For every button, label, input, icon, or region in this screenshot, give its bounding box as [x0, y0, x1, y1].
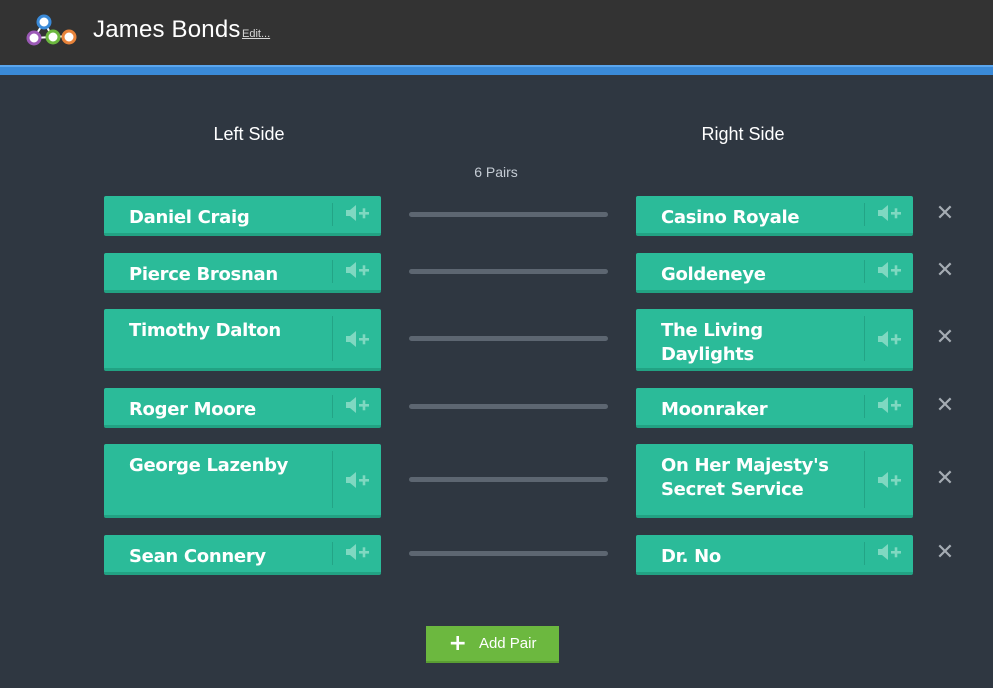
add-audio-icon[interactable] [868, 538, 912, 566]
pair-connector-line [409, 212, 608, 217]
add-audio-icon[interactable] [336, 391, 380, 419]
pair-connector-line [409, 477, 608, 482]
card-divider [864, 260, 865, 283]
card-divider [332, 395, 333, 418]
card-divider [332, 203, 333, 226]
add-audio-icon[interactable] [336, 256, 380, 284]
remove-pair-close-icon[interactable]: ✕ [934, 540, 956, 565]
add-audio-icon[interactable] [868, 325, 912, 353]
card-divider [864, 203, 865, 226]
pair-connector-line [409, 551, 608, 556]
add-audio-icon[interactable] [336, 199, 380, 227]
right-side-heading: Right Side [701, 124, 785, 144]
pair-connector-line [409, 269, 608, 274]
page-title: James Bonds [93, 16, 241, 43]
left-card-text: Timothy Dalton [129, 320, 281, 341]
add-audio-icon[interactable] [868, 391, 912, 419]
connected-circles-logo-icon [26, 14, 77, 46]
right-card-text: Moonraker [661, 399, 768, 420]
left-side-heading: Left Side [213, 124, 285, 144]
plus-icon: + [448, 630, 467, 656]
right-card[interactable]: Goldeneye [636, 253, 913, 293]
left-card-text: Daniel Craig [129, 207, 250, 228]
add-audio-icon[interactable] [868, 256, 912, 284]
card-divider [332, 316, 333, 361]
add-audio-icon[interactable] [868, 199, 912, 227]
right-card[interactable]: Dr. No [636, 535, 913, 575]
pair-row: George Lazenby On Her Majesty's Secret Se… [0, 444, 993, 518]
app-header: James Bonds Edit... [0, 0, 993, 65]
left-card[interactable]: Sean Connery [104, 535, 381, 575]
add-audio-icon[interactable] [336, 466, 380, 494]
left-card-text: Sean Connery [129, 546, 266, 567]
pair-row: Daniel Craig Casino Royale ✕ [0, 196, 993, 236]
edit-link[interactable]: Edit... [242, 28, 270, 40]
card-divider [332, 542, 333, 565]
right-card[interactable]: The Living Daylights [636, 309, 913, 371]
left-card[interactable]: Daniel Craig [104, 196, 381, 236]
accent-bar [0, 65, 993, 75]
card-divider [864, 395, 865, 418]
left-card-text: Roger Moore [129, 399, 256, 420]
left-card-text: Pierce Brosnan [129, 264, 278, 285]
right-card-text: Casino Royale [661, 207, 800, 228]
card-divider [332, 260, 333, 283]
pair-row: Pierce Brosnan Goldeneye ✕ [0, 253, 993, 293]
card-divider [864, 542, 865, 565]
pair-row: Roger Moore Moonraker ✕ [0, 388, 993, 428]
pair-connector-line [409, 336, 608, 341]
left-card[interactable]: Pierce Brosnan [104, 253, 381, 293]
card-divider [332, 451, 333, 508]
left-card-text: George Lazenby [129, 455, 289, 476]
right-card-text: Goldeneye [661, 264, 766, 285]
remove-pair-close-icon[interactable]: ✕ [934, 393, 956, 418]
left-card[interactable]: Roger Moore [104, 388, 381, 428]
add-audio-icon[interactable] [336, 325, 380, 353]
remove-pair-close-icon[interactable]: ✕ [934, 258, 956, 283]
add-pair-label: Add Pair [478, 635, 537, 652]
add-audio-icon[interactable] [336, 538, 380, 566]
add-audio-icon[interactable] [868, 466, 912, 494]
right-card-text: On Her Majesty's Secret Service [661, 455, 829, 500]
pairs-count: 6 Pairs [474, 164, 518, 180]
card-divider [864, 451, 865, 508]
card-divider [864, 316, 865, 361]
remove-pair-close-icon[interactable]: ✕ [934, 325, 956, 350]
left-card[interactable]: George Lazenby [104, 444, 381, 518]
right-card-text: The Living Daylights [661, 320, 763, 365]
remove-pair-close-icon[interactable]: ✕ [934, 201, 956, 226]
right-card[interactable]: On Her Majesty's Secret Service [636, 444, 913, 518]
right-card[interactable]: Moonraker [636, 388, 913, 428]
remove-pair-close-icon[interactable]: ✕ [934, 466, 956, 491]
add-pair-button[interactable]: + Add Pair [426, 626, 559, 663]
pair-connector-line [409, 404, 608, 409]
right-card-text: Dr. No [661, 546, 721, 567]
left-card[interactable]: Timothy Dalton [104, 309, 381, 371]
pair-row: Timothy Dalton The Living Daylights ✕ [0, 309, 993, 371]
right-card[interactable]: Casino Royale [636, 196, 913, 236]
pair-row: Sean Connery Dr. No ✕ [0, 535, 993, 575]
